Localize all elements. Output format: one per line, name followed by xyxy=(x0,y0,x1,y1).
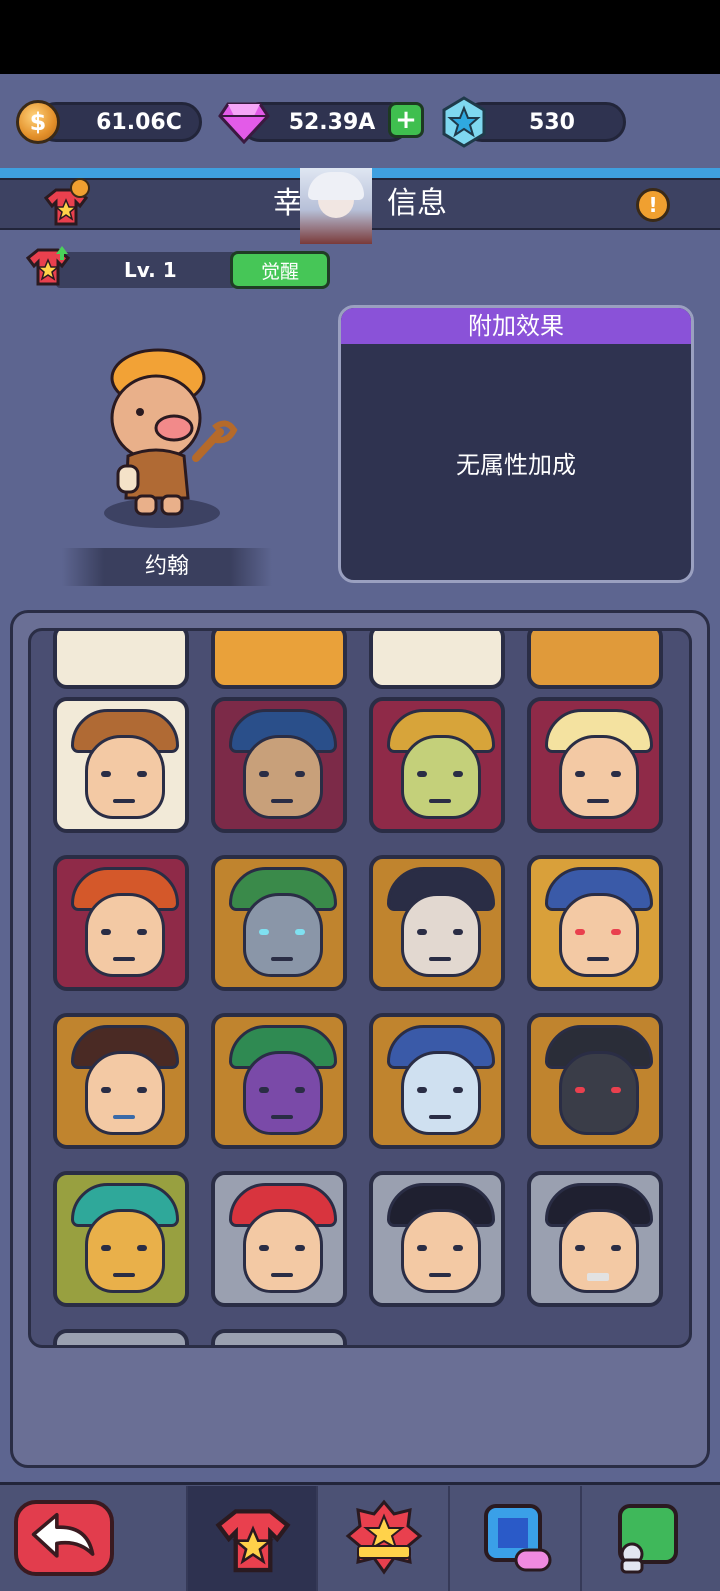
bonus-text: 无属性加成 xyxy=(456,450,576,479)
gem-icon xyxy=(218,102,270,144)
hero-card[interactable] xyxy=(527,855,663,991)
hero-card[interactable] xyxy=(369,697,505,833)
tab-outfit[interactable] xyxy=(186,1486,316,1591)
tab-badge[interactable] xyxy=(316,1486,448,1591)
hero-card[interactable] xyxy=(527,1013,663,1149)
status-bar xyxy=(0,0,720,74)
gem-amount: 52.39A xyxy=(288,109,376,135)
hero-card[interactable] xyxy=(53,1329,189,1345)
tab-gamepad[interactable] xyxy=(448,1486,580,1591)
level-up-shirt-icon xyxy=(26,246,70,286)
level-label: Lv. 1 xyxy=(124,258,177,282)
hero-card[interactable] xyxy=(211,1329,347,1345)
shirt-notification-badge xyxy=(70,178,90,198)
hero-card[interactable] xyxy=(527,1171,663,1307)
hero-name: 约翰 xyxy=(62,548,272,586)
back-button[interactable] xyxy=(14,1500,114,1576)
hero-character xyxy=(110,348,238,516)
hero-card[interactable] xyxy=(211,697,347,833)
hero-card[interactable] xyxy=(369,1013,505,1149)
hero-card[interactable] xyxy=(53,1171,189,1307)
badge-icon xyxy=(345,1499,423,1575)
energy-amount: 530 xyxy=(529,109,575,135)
hero-grid xyxy=(28,628,692,1348)
bonus-effect-panel: 附加效果 无属性加成 xyxy=(338,305,694,583)
currency-bar: 61.06C $ 52.39A + 530 xyxy=(0,74,720,164)
hero-card[interactable] xyxy=(369,1171,505,1307)
hero-card-selected[interactable] xyxy=(53,697,189,833)
hero-card[interactable] xyxy=(53,631,189,689)
hero-card[interactable] xyxy=(53,855,189,991)
coin-icon: $ xyxy=(16,100,60,144)
player-avatar[interactable] xyxy=(300,168,372,244)
info-icon: ! xyxy=(648,193,658,217)
coin-amount: 61.06C xyxy=(96,109,182,135)
info-button[interactable]: ! xyxy=(636,188,670,222)
hero-card[interactable] xyxy=(527,697,663,833)
hero-card[interactable] xyxy=(527,631,663,689)
hero-card[interactable] xyxy=(211,631,347,689)
hero-card[interactable] xyxy=(53,1013,189,1149)
back-arrow-icon xyxy=(31,1512,95,1558)
bonus-header: 附加效果 xyxy=(341,308,691,344)
title-right: 信息 xyxy=(387,186,447,221)
gamepad-icon xyxy=(484,1504,552,1572)
hero-card[interactable] xyxy=(211,855,347,991)
awaken-button[interactable]: 觉醒 xyxy=(230,251,330,289)
star-icon xyxy=(442,96,486,148)
shirt-icon xyxy=(215,1509,291,1573)
add-gems-button[interactable]: + xyxy=(388,102,424,138)
hero-card[interactable] xyxy=(369,631,505,689)
hero-card[interactable] xyxy=(369,855,505,991)
hero-card[interactable] xyxy=(211,1171,347,1307)
tab-profile[interactable] xyxy=(580,1486,720,1591)
profile-icon xyxy=(618,1504,678,1574)
coin-counter: 61.06C xyxy=(36,102,202,142)
title-left: 幸 xyxy=(273,186,303,221)
hero-card[interactable] xyxy=(211,1013,347,1149)
